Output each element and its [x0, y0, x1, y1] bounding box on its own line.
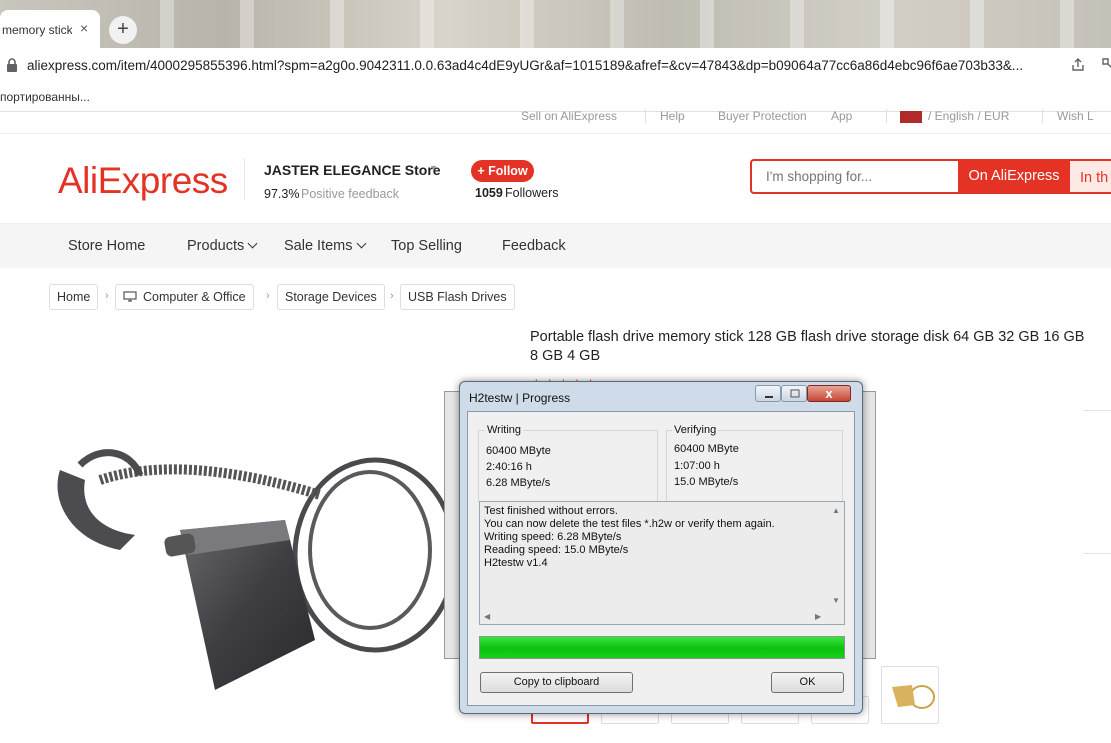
writing-label: Writing [485, 424, 524, 436]
nav-feedback[interactable]: Feedback [502, 238, 566, 254]
progress-fill [480, 637, 844, 658]
ok-button[interactable]: OK [771, 672, 844, 693]
maximize-icon [790, 389, 800, 398]
close-button[interactable]: x [807, 385, 851, 402]
horizontal-scrollbar[interactable] [481, 609, 828, 623]
scroll-right-icon[interactable]: ▶ [815, 612, 821, 621]
scroll-up-icon[interactable]: ▲ [832, 506, 840, 515]
tab-close-icon[interactable]: × [80, 20, 88, 36]
lock-icon[interactable] [6, 58, 18, 72]
product-thumbnail-gold[interactable] [881, 666, 939, 724]
log-line: Reading speed: 15.0 MByte/s [484, 544, 629, 556]
language-selector[interactable]: / English / EUR [928, 109, 1009, 123]
breadcrumb-separator-icon: › [105, 290, 109, 302]
scroll-left-icon[interactable]: ◀ [484, 612, 490, 621]
bookmarks-bar [0, 84, 1111, 112]
product-title: Portable flash drive memory stick 128 GB… [530, 329, 1085, 364]
extension-icon[interactable] [1101, 57, 1111, 71]
log-line: H2testw v1.4 [484, 557, 548, 569]
follow-button[interactable]: + Follow [471, 160, 534, 182]
writing-size: 60400 MByte [486, 445, 551, 457]
search-aliexpress-button[interactable]: On AliExpress [958, 159, 1070, 194]
breadcrumb-storage-devices[interactable]: Storage Devices [277, 284, 385, 310]
search-store-button[interactable]: In th [1070, 159, 1111, 194]
wishlist-link[interactable]: Wish L [1057, 109, 1094, 123]
breadcrumb-separator-icon: › [266, 290, 270, 302]
divider [1083, 553, 1111, 554]
nav-store-home[interactable]: Store Home [68, 238, 145, 254]
breadcrumb-usb-flash-drives[interactable]: USB Flash Drives [400, 284, 515, 310]
store-name[interactable]: JASTER ELEGANCE Store [264, 162, 441, 178]
bookmark-item[interactable]: портированны... [0, 90, 90, 104]
log-line: You can now delete the test files *.h2w … [484, 518, 775, 530]
scroll-down-icon[interactable]: ▼ [832, 596, 840, 605]
breadcrumb-separator-icon: › [390, 290, 394, 302]
buyer-protection-link[interactable]: Buyer Protection [718, 109, 807, 123]
dialog-title: H2testw | Progress [469, 391, 571, 405]
gold-drive-icon [892, 685, 935, 709]
aliexpress-logo[interactable]: AliExpress [58, 160, 228, 202]
store-caret-icon[interactable]: ▾ [431, 163, 436, 174]
feedback-label: Positive feedback [301, 187, 399, 201]
flag-icon [900, 111, 922, 123]
chevron-down-icon [356, 238, 366, 249]
verifying-size: 60400 MByte [674, 443, 739, 455]
feedback-percentage: 97.3% [264, 187, 300, 201]
monitor-icon [123, 291, 137, 302]
nav-products[interactable]: Products [187, 238, 258, 254]
search-box [750, 159, 959, 194]
app-link[interactable]: App [831, 109, 852, 123]
header-divider [244, 158, 245, 200]
chevron-down-icon [247, 238, 258, 249]
minimize-icon [765, 396, 773, 398]
maximize-button[interactable] [781, 385, 807, 402]
help-link[interactable]: Help [660, 109, 685, 123]
product-image[interactable] [40, 440, 460, 710]
followers-count: 1059 [475, 186, 503, 200]
divider [1083, 410, 1111, 411]
progress-bar [479, 636, 845, 659]
share-icon[interactable] [1071, 58, 1085, 72]
verifying-speed: 15.0 MByte/s [674, 476, 739, 488]
log-line: Test finished without errors. [484, 505, 618, 517]
new-tab-button[interactable]: + [109, 16, 137, 44]
nav-top-selling[interactable]: Top Selling [391, 238, 462, 254]
browser-tab-strip [0, 0, 1111, 48]
verifying-time: 1:07:00 h [674, 460, 720, 472]
nav-sale-items[interactable]: Sale Items [284, 238, 366, 254]
breadcrumb-home[interactable]: Home [49, 284, 99, 310]
breadcrumb-computer-office[interactable]: Computer & Office [115, 284, 254, 310]
url-text[interactable]: aliexpress.com/item/4000295855396.html?s… [27, 58, 1057, 73]
sell-link[interactable]: Sell on AliExpress [521, 109, 617, 123]
verifying-label: Verifying [672, 424, 719, 436]
log-line: Writing speed: 6.28 MByte/s [484, 531, 622, 543]
writing-speed: 6.28 MByte/s [486, 477, 551, 489]
vertical-scrollbar[interactable] [828, 503, 843, 608]
followers-label: Followers [505, 186, 559, 200]
search-input[interactable] [766, 161, 956, 192]
copy-to-clipboard-button[interactable]: Copy to clipboard [480, 672, 633, 693]
browser-tab-title: memory stick [2, 23, 72, 37]
writing-time: 2:40:16 h [486, 461, 532, 473]
minimize-button[interactable] [755, 385, 781, 402]
